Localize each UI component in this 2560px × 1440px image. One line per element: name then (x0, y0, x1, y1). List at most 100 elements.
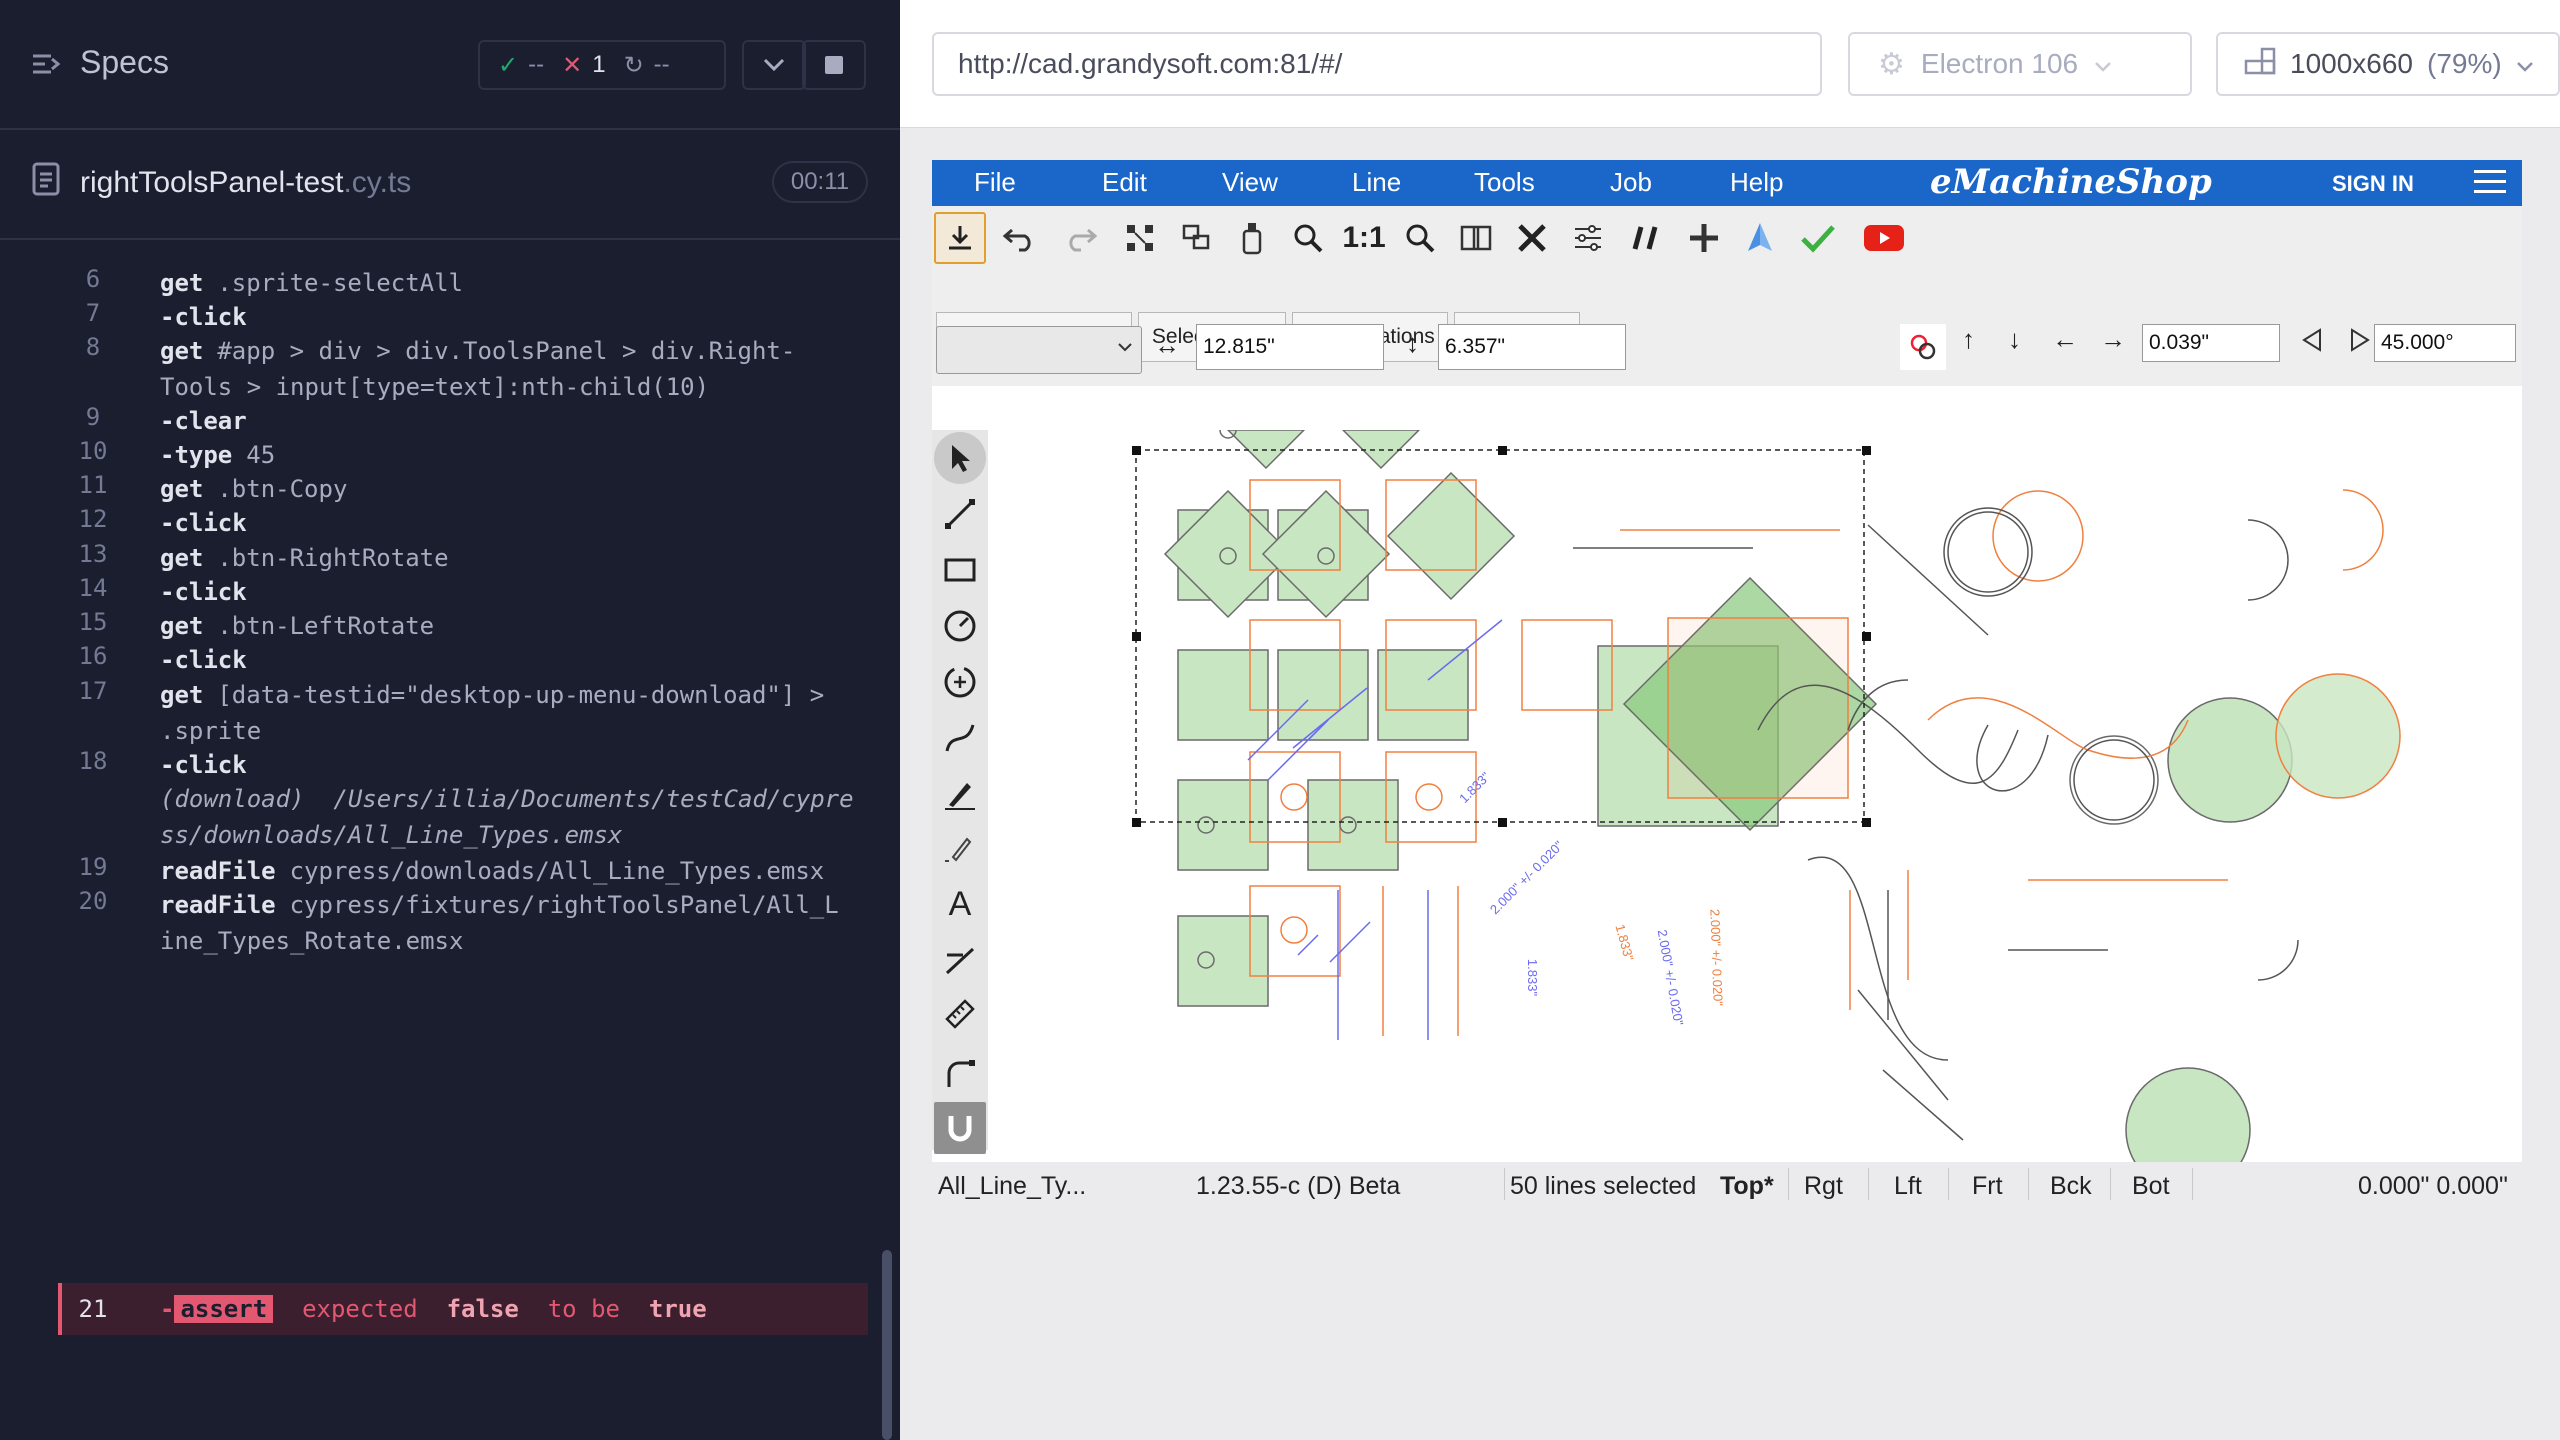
width-input[interactable]: 12.815" (1196, 324, 1384, 370)
redo-icon[interactable] (1054, 212, 1106, 264)
chevron-down-icon (1117, 341, 1133, 359)
assert-message: - assert expected false to be true (160, 1295, 707, 1323)
menu-job[interactable]: Job (1610, 167, 1652, 198)
pending-count: -- (653, 51, 670, 78)
passed-count: -- (528, 51, 545, 78)
zoom-icon[interactable] (1282, 212, 1334, 264)
view-top[interactable]: Top* (1720, 1172, 1774, 1201)
chevron-down-icon (744, 42, 804, 88)
emachineshop-app: File Edit View Line Tools Job Help eMach… (932, 160, 2522, 1212)
failed-count: 1 (592, 51, 606, 78)
ruler-icon (2244, 47, 2276, 82)
menu-file[interactable]: File (974, 167, 1016, 198)
preview-toolbar: http://cad.grandysoft.com:81/#/ ⚙ Electr… (900, 0, 2560, 128)
menu-edit[interactable]: Edit (1102, 167, 1147, 198)
angle-input[interactable]: 45.000° (2374, 324, 2516, 362)
drawing-canvas[interactable]: 1.833" 2.000" +/- 0.020" 1.833" 1.833" 2… (988, 430, 2522, 1162)
checkmark-icon[interactable] (1792, 212, 1844, 264)
settings-sliders-icon[interactable] (1562, 212, 1614, 264)
stop-button[interactable] (802, 40, 866, 90)
cypress-runner-panel: Specs ✓ -- ✕ 1 ↻ -- rightToolsPanel-test… (0, 0, 900, 1440)
book-icon[interactable] (1450, 212, 1502, 264)
ruler-tool-icon[interactable] (934, 988, 986, 1040)
url-field[interactable]: http://cad.grandysoft.com:81/#/ (932, 32, 1822, 96)
stat-failed: ✕ 1 (562, 51, 605, 80)
width-arrow-icon: ↔ (1154, 330, 1180, 360)
select-arrow-icon[interactable] (934, 432, 986, 484)
move-down-icon[interactable]: ↓ (2008, 324, 2021, 355)
specs-list-icon[interactable] (30, 48, 62, 80)
undo-icon[interactable] (994, 212, 1046, 264)
drawing-tools-bar: A (932, 430, 988, 1154)
select-all-icon[interactable] (1114, 212, 1166, 264)
height-input[interactable]: 6.357" (1438, 324, 1626, 370)
cad-drawing[interactable] (988, 430, 2522, 1162)
view-front[interactable]: Frt (1972, 1172, 2003, 1201)
menu-line[interactable]: Line (1352, 167, 1401, 198)
circle-center-tool-icon[interactable] (934, 656, 986, 708)
delete-icon[interactable] (1506, 212, 1558, 264)
dimension-label: 1.833" (1525, 958, 1541, 997)
viewport-selector[interactable]: 1000x660 (79%) (2216, 32, 2560, 96)
spec-file-name: rightToolsPanel-test.cy.ts (80, 166, 412, 199)
plus-icon[interactable] (1678, 212, 1730, 264)
youtube-icon[interactable] (1858, 212, 1910, 264)
move-left-icon[interactable]: ← (2052, 324, 2078, 355)
nudge-icon[interactable] (1900, 324, 1946, 370)
stat-pending: ↻ -- (624, 51, 670, 80)
gear-icon: ⚙ (1878, 47, 1905, 81)
expand-button[interactable] (742, 40, 806, 90)
zoom-1-1-button[interactable]: 1:1 (1338, 212, 1390, 264)
assert-row-content: 21 - assert expected false to be true (58, 1283, 868, 1335)
move-right-icon[interactable]: → (2100, 324, 2126, 355)
specs-title[interactable]: Specs (80, 44, 169, 81)
hamburger-menu-icon[interactable] (2474, 170, 2506, 196)
stat-passed: ✓ -- (498, 51, 544, 80)
browser-name: Electron 106 (1920, 48, 2079, 79)
status-coordinates: 0.000" 0.000" (2358, 1172, 2508, 1200)
chevron-down-icon (2094, 48, 2112, 80)
rectangle-tool-icon[interactable] (934, 544, 986, 596)
view-right[interactable]: Rgt (1804, 1172, 1843, 1201)
app-menubar: File Edit View Line Tools Job Help eMach… (932, 160, 2522, 206)
rotate-right-icon[interactable] (2344, 326, 2374, 356)
check-icon: ✓ (498, 51, 519, 79)
menu-tools[interactable]: Tools (1474, 167, 1535, 198)
curve-tool-icon[interactable] (934, 712, 986, 764)
fillet-tool-icon[interactable] (934, 1046, 986, 1098)
magnet-snap-icon[interactable] (934, 1102, 986, 1154)
circle-tool-icon[interactable] (934, 600, 986, 652)
step-input[interactable]: 0.039" (2142, 324, 2280, 362)
sign-in-link[interactable]: SIGN IN (2332, 171, 2414, 197)
parallel-icon[interactable] (1620, 212, 1672, 264)
dimension-tool-icon[interactable] (934, 934, 986, 986)
pending-icon: ↻ (623, 51, 644, 79)
duration-badge: 00:11 (772, 161, 868, 203)
status-version: 1.23.55-c (D) Beta (1196, 1172, 1401, 1200)
bottle-icon[interactable] (1226, 212, 1278, 264)
download-icon[interactable] (934, 212, 986, 264)
browser-selector[interactable]: ⚙ Electron 106 (1848, 32, 2192, 96)
view-left[interactable]: Lft (1894, 1172, 1922, 1201)
menu-help[interactable]: Help (1730, 167, 1783, 198)
menu-view[interactable]: View (1222, 167, 1278, 198)
command-log-scrollbar[interactable] (882, 1250, 892, 1440)
line-type-select[interactable] (936, 326, 1142, 374)
pencil-tool-icon[interactable] (934, 822, 986, 874)
app-statusbar: All_Line_Ty... 1.23.55-c (D) Beta 50 lin… (932, 1162, 2522, 1212)
zoom-out-icon[interactable] (1394, 212, 1446, 264)
move-up-icon[interactable]: ↑ (1962, 324, 1975, 355)
view-bottom[interactable]: Bot (2132, 1172, 2170, 1201)
rotate-left-icon[interactable] (2298, 326, 2328, 356)
group-icon[interactable] (1170, 212, 1222, 264)
line-number: 21 (78, 1295, 108, 1323)
app-preview-panel: http://cad.grandysoft.com:81/#/ ⚙ Electr… (900, 0, 2560, 1440)
viewport-size: 1000x660 (2290, 48, 2414, 79)
document-icon (32, 162, 60, 196)
text-tool-icon[interactable]: A (934, 878, 986, 930)
view-back[interactable]: Bck (2050, 1172, 2092, 1201)
line-tool-icon[interactable] (934, 488, 986, 540)
pen-tool-icon[interactable] (934, 768, 986, 820)
3d-view-icon[interactable] (1734, 212, 1786, 264)
emachineshop-logo: eMachineShop (1930, 162, 2212, 202)
